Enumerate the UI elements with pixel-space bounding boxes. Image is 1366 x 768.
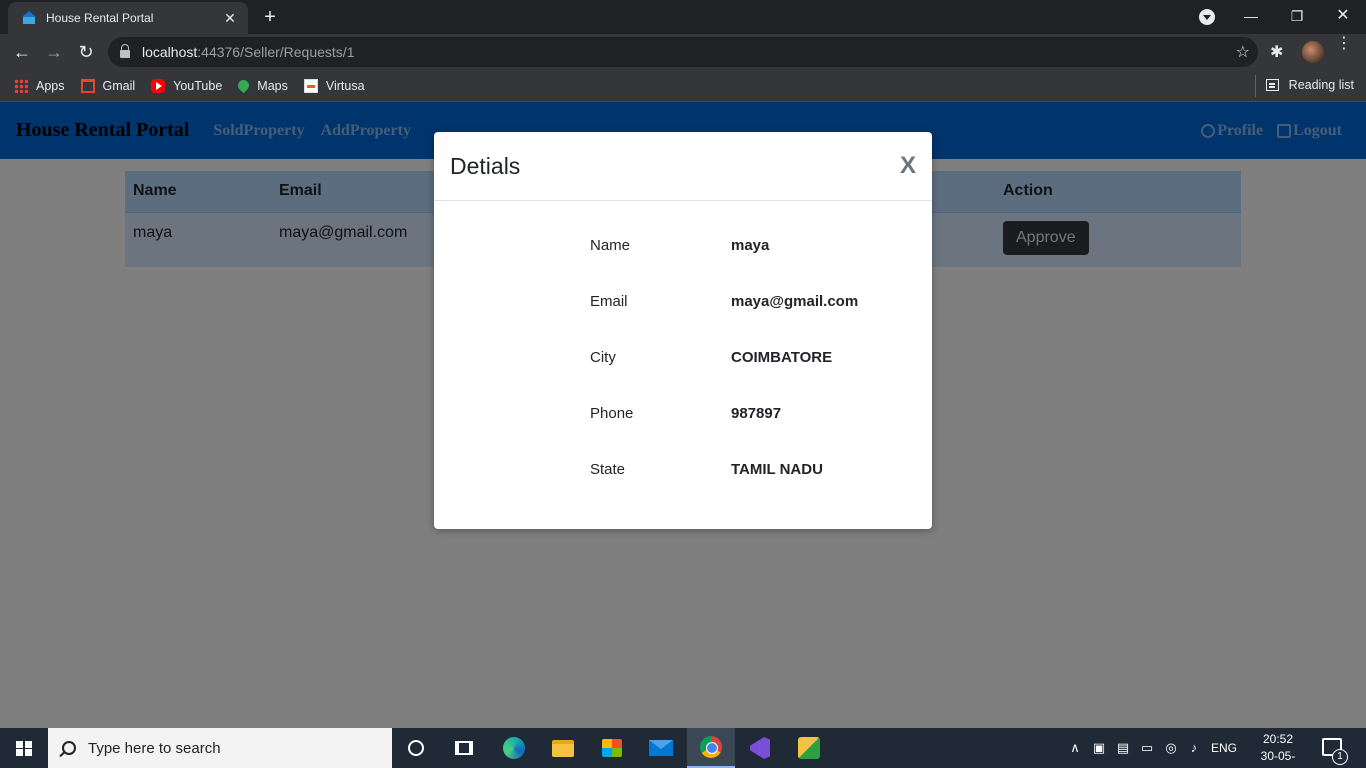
modal-header: Detials X	[434, 132, 932, 201]
edge-taskbar-button[interactable]	[490, 728, 538, 768]
detail-label: State	[590, 461, 626, 478]
taskbar-search-box[interactable]: Type here to search	[48, 728, 392, 768]
browser-tab-bar: House Rental Portal ✕ + — ❐ ✕	[0, 0, 1366, 34]
detail-label: Phone	[590, 405, 634, 422]
forward-arrow-icon[interactable]: →	[40, 38, 68, 66]
profile-avatar[interactable]	[1302, 41, 1324, 63]
tray-app-icon[interactable]: ▤	[1115, 740, 1131, 756]
apps-grid-icon	[14, 78, 28, 93]
tab-title: House Rental Portal	[46, 11, 154, 25]
reading-list-icon	[1265, 79, 1279, 91]
cortana-icon	[408, 740, 424, 756]
meet-now-icon[interactable]: ▣	[1091, 740, 1107, 756]
virtusa-icon	[303, 78, 318, 93]
app-icon	[798, 737, 820, 759]
detail-label: Email	[590, 293, 628, 310]
clock-time: 20:52	[1262, 732, 1294, 746]
taskbar-clock[interactable]: 20:52 30-05-2021	[1249, 731, 1307, 768]
details-modal: Detials X Name maya Email maya@gmail.com…	[434, 132, 932, 529]
bookmarks-bar: Apps Gmail YouTube Maps Virtusa Reading …	[0, 70, 1366, 102]
bookmark-apps[interactable]: Apps	[14, 78, 65, 93]
visual-studio-taskbar-button[interactable]	[736, 728, 784, 768]
lock-icon[interactable]	[120, 44, 130, 58]
modal-title: Detials	[450, 152, 521, 179]
reading-list-button[interactable]: Reading list	[1265, 78, 1354, 92]
modal-close-button[interactable]: X	[900, 152, 916, 180]
back-arrow-icon[interactable]: ←	[8, 38, 36, 66]
task-view-button[interactable]	[440, 728, 488, 768]
address-bar[interactable]: localhost:44376/Seller/Requests/1 ☆	[108, 37, 1258, 67]
chrome-taskbar-button[interactable]	[687, 728, 735, 768]
detail-label: City	[590, 349, 616, 366]
extensions-puzzle-icon[interactable]: ✱	[1270, 42, 1283, 62]
youtube-icon	[151, 78, 166, 93]
detail-value: maya@gmail.com	[731, 293, 859, 310]
folder-icon	[552, 739, 574, 757]
maps-icon	[236, 77, 252, 94]
bookmark-maps[interactable]: Maps	[236, 77, 288, 94]
windows-taskbar: Type here to search ∧ ▣ ▤ ▭ ◎ ♪ ENG 20:5…	[0, 728, 1366, 768]
bookmarks-separator	[1255, 75, 1256, 97]
reload-icon[interactable]: ↻	[72, 38, 100, 66]
volume-icon[interactable]: ♪	[1186, 740, 1202, 756]
network-globe-icon[interactable]: ◎	[1163, 740, 1179, 756]
bookmark-youtube[interactable]: YouTube	[151, 78, 222, 93]
language-indicator[interactable]: ENG	[1208, 728, 1240, 768]
search-icon	[62, 741, 76, 755]
new-tab-button[interactable]: +	[258, 5, 282, 29]
store-icon	[602, 739, 622, 757]
bookmark-star-icon[interactable]: ☆	[1236, 42, 1250, 62]
windows-start-icon[interactable]	[0, 728, 48, 768]
bookmark-gmail[interactable]: Gmail	[80, 78, 135, 93]
task-view-icon	[455, 741, 473, 755]
minimize-window-button[interactable]: —	[1228, 0, 1274, 32]
mail-taskbar-button[interactable]	[637, 728, 685, 768]
detail-value: TAMIL NADU	[731, 461, 823, 478]
tab-search-icon[interactable]	[1199, 9, 1215, 25]
taskbar-search-placeholder: Type here to search	[88, 739, 221, 757]
browser-toolbar: ← → ↻ localhost:44376/Seller/Requests/1 …	[0, 34, 1366, 70]
tab-close-icon[interactable]: ✕	[222, 10, 238, 27]
detail-label: Name	[590, 237, 631, 254]
battery-icon[interactable]: ▭	[1139, 740, 1155, 756]
url-text[interactable]: localhost:44376/Seller/Requests/1	[142, 44, 354, 60]
bookmark-virtusa[interactable]: Virtusa	[303, 78, 365, 93]
browser-tab[interactable]: House Rental Portal ✕	[8, 2, 248, 34]
close-window-button[interactable]: ✕	[1320, 0, 1366, 32]
restore-window-button[interactable]: ❐	[1274, 0, 1320, 32]
store-taskbar-button[interactable]	[588, 728, 636, 768]
detail-value: maya	[731, 237, 770, 254]
edge-icon	[503, 737, 525, 759]
detail-value: 987897	[731, 405, 782, 422]
clock-date: 30-05-2021	[1260, 749, 1296, 768]
notification-badge: 1	[1332, 749, 1348, 765]
visual-studio-icon	[750, 737, 770, 759]
chrome-icon	[700, 736, 722, 758]
detail-value: COIMBATORE	[731, 349, 833, 366]
cortana-button[interactable]	[392, 728, 440, 768]
chevron-up-icon[interactable]: ∧	[1067, 740, 1083, 756]
app-taskbar-button[interactable]	[785, 728, 833, 768]
house-favicon-icon	[22, 11, 36, 25]
chrome-menu-icon[interactable]: ⋮	[1336, 36, 1352, 52]
mail-icon	[649, 740, 673, 756]
gmail-icon	[80, 78, 95, 93]
file-explorer-button[interactable]	[539, 728, 587, 768]
